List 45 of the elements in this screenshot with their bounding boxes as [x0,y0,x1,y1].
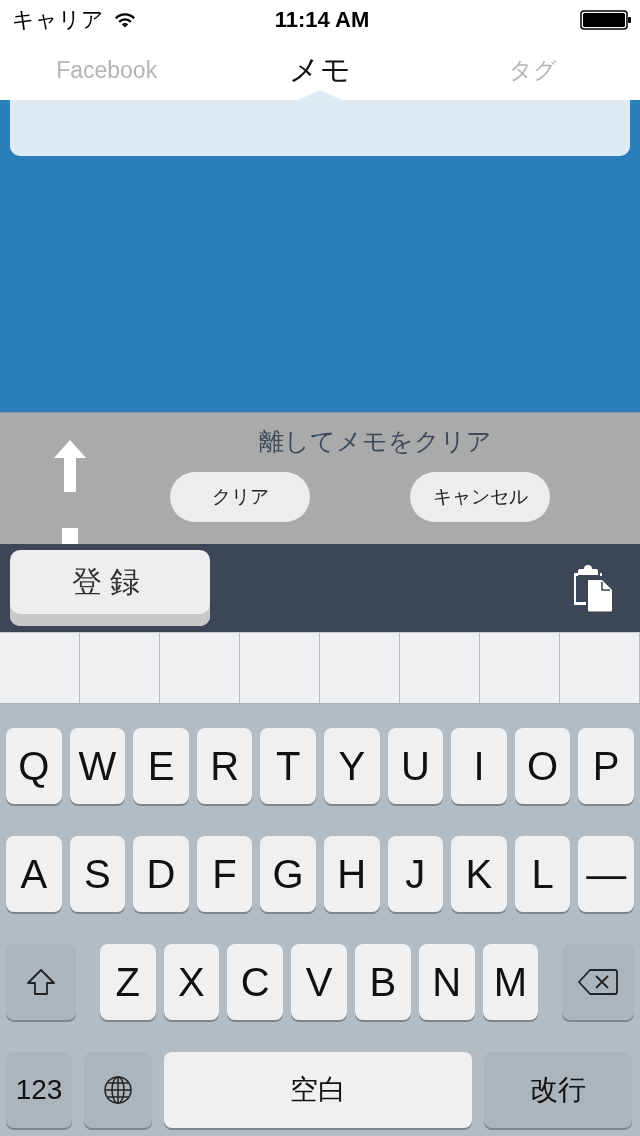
keyboard-key[interactable]: V [291,944,347,1020]
keyboard-key[interactable]: P [578,728,634,804]
keyboard-key[interactable]: M [482,944,539,1020]
keyboard-key[interactable]: B [354,944,411,1020]
keyboard-key[interactable]: 改行 [484,1052,632,1128]
keyboard-key[interactable]: X [163,944,220,1020]
register-button[interactable]: 登録 [10,550,210,626]
keyboard-key[interactable]: S [69,836,126,912]
keyboard-key[interactable]: J [387,836,444,912]
keyboard-key[interactable]: Z [99,944,156,1020]
carrier-name: キャリア [12,6,104,34]
keyboard-key[interactable]: H [323,836,380,912]
globe-icon [103,1075,133,1105]
keyboard-key[interactable]: Q [6,728,62,804]
battery-icon [580,10,632,30]
up-arrow-icon [53,440,87,544]
keyboard-key[interactable]: C [227,944,284,1020]
status-time: 11:14 AM [274,7,370,33]
keyboard-key[interactable]: 123 [6,1052,72,1128]
keyboard-key[interactable] [84,1052,152,1128]
keyboard-key[interactable]: W [69,728,126,804]
keyboard-key[interactable]: I [451,728,507,804]
keyboard-key[interactable]: A [6,836,62,912]
keyboard-key[interactable]: R [196,728,253,804]
pill-button[interactable]: キャンセル [410,472,550,522]
keyboard-key[interactable]: 空白 [164,1052,472,1128]
keyboard-key[interactable] [6,944,76,1020]
keyboard-key[interactable]: U [387,728,444,804]
pill-button[interactable]: クリア [170,472,310,522]
keyboard-key[interactable]: E [133,728,189,804]
keyboard-key[interactable]: Y [323,728,380,804]
backspace-icon [578,968,619,996]
shift-icon [25,968,56,996]
keyboard-key[interactable]: L [514,836,571,912]
keyboard-key[interactable]: G [260,836,316,912]
keyboard-key[interactable]: T [260,728,316,804]
keyboard-key[interactable]: O [514,728,571,804]
keyboard-key[interactable]: — [578,836,634,912]
wifi-icon [114,12,136,28]
keyboard-key[interactable]: F [196,836,253,912]
keyboard-key[interactable]: K [451,836,507,912]
clear-message: 離してメモをクリア [258,426,492,457]
keyboard-key[interactable]: D [133,836,189,912]
keyboard-key[interactable] [562,944,635,1020]
keyboard-key[interactable]: N [418,944,475,1020]
